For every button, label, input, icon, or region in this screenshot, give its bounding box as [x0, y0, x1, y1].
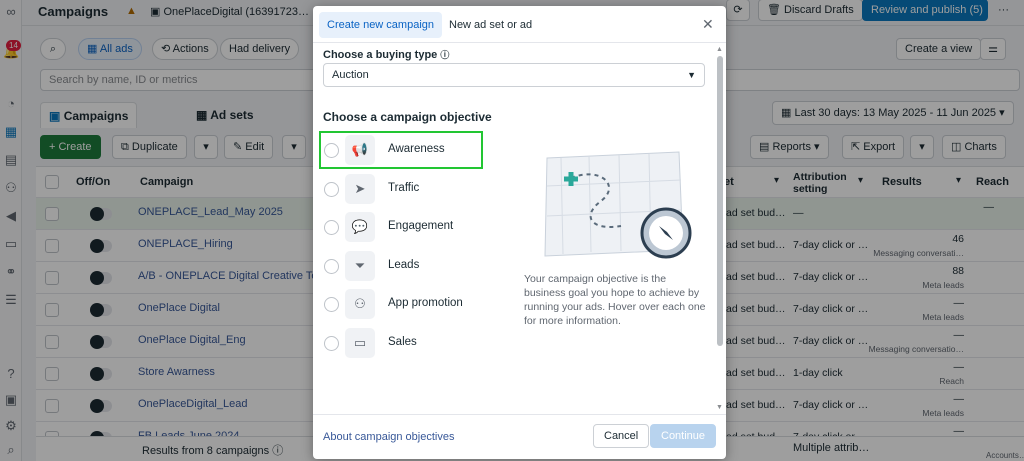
chat-icon: 💬	[345, 212, 375, 242]
tab-new-adset-or-ad[interactable]: New ad set or ad	[441, 12, 540, 38]
objective-option-app-promotion[interactable]: ⚇ App promotion	[321, 287, 481, 321]
modal-scrollbar[interactable]: ▲ ▼	[716, 46, 724, 414]
buying-type-info-icon[interactable]: ⓘ	[440, 50, 449, 60]
objective-option-sales[interactable]: ▭ Sales	[321, 326, 481, 360]
close-icon[interactable]: ✕	[702, 16, 714, 33]
objective-radio[interactable]	[324, 181, 339, 197]
objective-label: Awareness	[388, 143, 445, 155]
shopping-bag-icon: ▭	[345, 327, 375, 358]
chevron-down-icon: ▼	[687, 70, 696, 80]
objective-option-leads[interactable]: ⏷ Leads	[321, 249, 481, 283]
filter-icon: ⏷	[345, 250, 375, 281]
buying-type-text: Choose a buying type	[323, 49, 438, 61]
header-divider	[313, 42, 726, 43]
cancel-button[interactable]: Cancel	[593, 424, 650, 448]
objective-radio[interactable]	[324, 143, 339, 158]
create-campaign-dialog: Create new campaign New ad set or ad ✕ C…	[313, 6, 726, 459]
objective-option-engagement[interactable]: 💬 Engagement	[321, 210, 481, 244]
megaphone-icon: 📢	[345, 135, 375, 165]
buying-type-label: Choose a buying type ⓘ	[323, 48, 449, 61]
objective-radio[interactable]	[324, 258, 339, 274]
objective-label: Engagement	[388, 220, 454, 232]
objective-heading: Choose a campaign objective	[323, 110, 492, 124]
objective-radio[interactable]	[324, 220, 339, 235]
objective-option-awareness[interactable]: 📢 Awareness	[319, 131, 483, 169]
scroll-down-icon[interactable]: ▼	[716, 404, 723, 411]
tab-create-new-campaign[interactable]: Create new campaign	[319, 12, 443, 38]
about-objectives-link[interactable]: About campaign objectives	[323, 431, 454, 443]
cursor-icon: ➤	[345, 173, 375, 204]
buying-type-value: Auction	[332, 69, 369, 81]
scroll-up-icon[interactable]: ▲	[716, 46, 723, 53]
map-compass-illustration	[544, 151, 692, 259]
objective-label: Sales	[388, 335, 417, 348]
scrollbar-thumb[interactable]	[717, 56, 723, 346]
objective-label: App promotion	[388, 297, 463, 309]
objective-radio[interactable]	[324, 335, 339, 351]
objective-description: Your campaign objective is the business …	[524, 273, 706, 327]
objective-radio[interactable]	[324, 297, 339, 312]
objective-label: Traffic	[388, 181, 420, 194]
footer-divider	[313, 414, 726, 415]
continue-button[interactable]: Continue	[650, 424, 716, 448]
objective-option-traffic[interactable]: ➤ Traffic	[321, 172, 481, 206]
objective-label: Leads	[388, 258, 420, 271]
buying-type-select[interactable]: Auction ▼	[323, 63, 705, 87]
people-icon: ⚇	[345, 289, 375, 319]
